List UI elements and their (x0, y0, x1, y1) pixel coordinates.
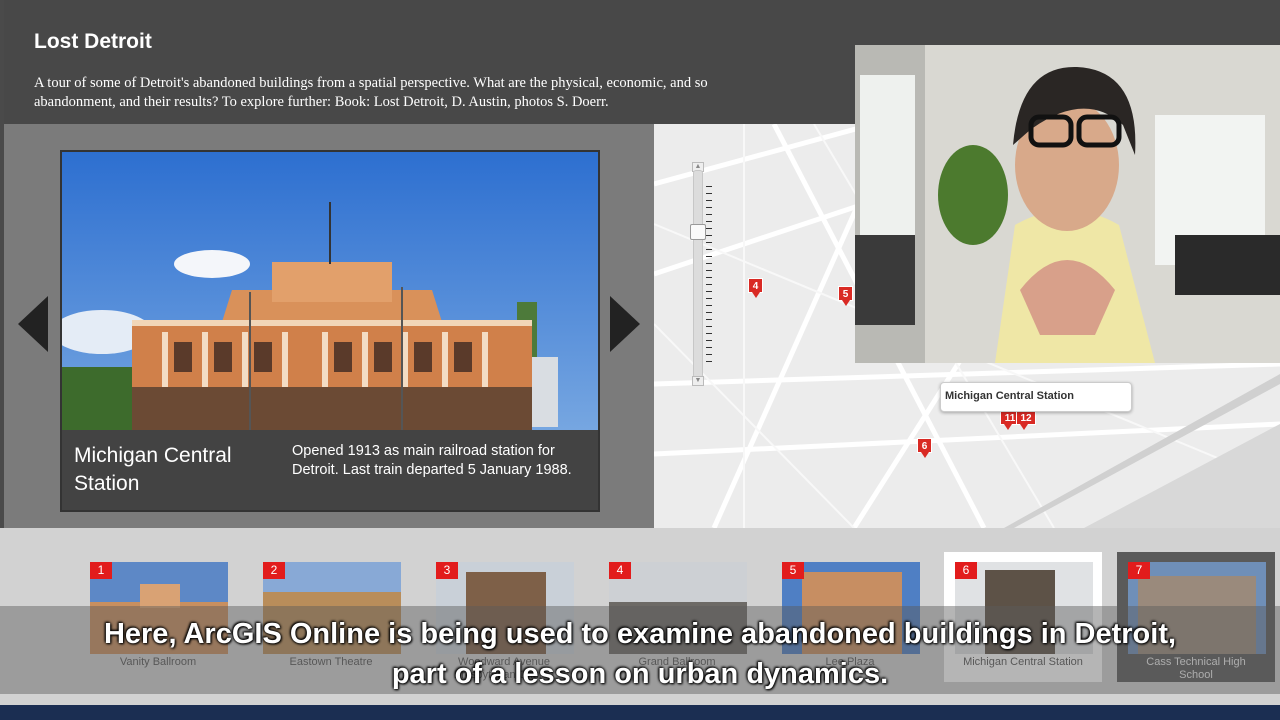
map-popup[interactable]: Michigan Central Station (940, 382, 1132, 412)
feature-photo: Michigan Central Station Opened 1913 as … (60, 150, 600, 512)
zoom-ticks (706, 186, 712, 362)
previous-arrow-icon[interactable] (18, 296, 48, 352)
app-description-line-2: abandonment, and their results? To explo… (34, 94, 609, 110)
app-title: Lost Detroit (34, 30, 152, 53)
subtitle-backdrop (0, 606, 1280, 694)
map-pin-5[interactable]: 5 (838, 286, 853, 306)
bottom-bar (0, 705, 1280, 720)
zoom-out-icon[interactable]: ▼ (692, 376, 704, 386)
thumbnail-number: 7 (1128, 562, 1150, 579)
thumbnail-number: 5 (782, 562, 804, 579)
zoom-track[interactable] (693, 170, 703, 378)
caption-band: Michigan Central Station Opened 1913 as … (62, 430, 598, 510)
zoom-slider-handle[interactable] (690, 224, 706, 240)
media-panel: Michigan Central Station Opened 1913 as … (4, 124, 654, 528)
app-frame: Lost Detroit A tour of some of Detroit's… (0, 0, 1280, 705)
map-pin-4[interactable]: 4 (748, 278, 763, 298)
thumbnail-number: 4 (609, 562, 631, 579)
feature-title: Michigan Central Station (74, 444, 232, 495)
feature-description: Opened 1913 as main railroad station for… (292, 443, 572, 478)
app-description-line-1: A tour of some of Detroit's abandoned bu… (34, 75, 708, 91)
thumbnail-number: 6 (955, 562, 977, 579)
thumbnail-number: 1 (90, 562, 112, 579)
zoom-slider[interactable]: ▲ ▼ (690, 162, 706, 386)
presenter-webcam (855, 45, 1280, 363)
map-pin-6[interactable]: 6 (917, 438, 932, 458)
presenter-video-illustration (855, 45, 1280, 363)
thumbnail-number: 2 (263, 562, 285, 579)
map-pin-12[interactable]: 12 (1016, 410, 1036, 430)
app-description: A tour of some of Detroit's abandoned bu… (34, 74, 864, 112)
next-arrow-icon[interactable] (610, 296, 640, 352)
map-popup-label: Michigan Central Station (945, 390, 1074, 402)
thumbnail-number: 3 (436, 562, 458, 579)
